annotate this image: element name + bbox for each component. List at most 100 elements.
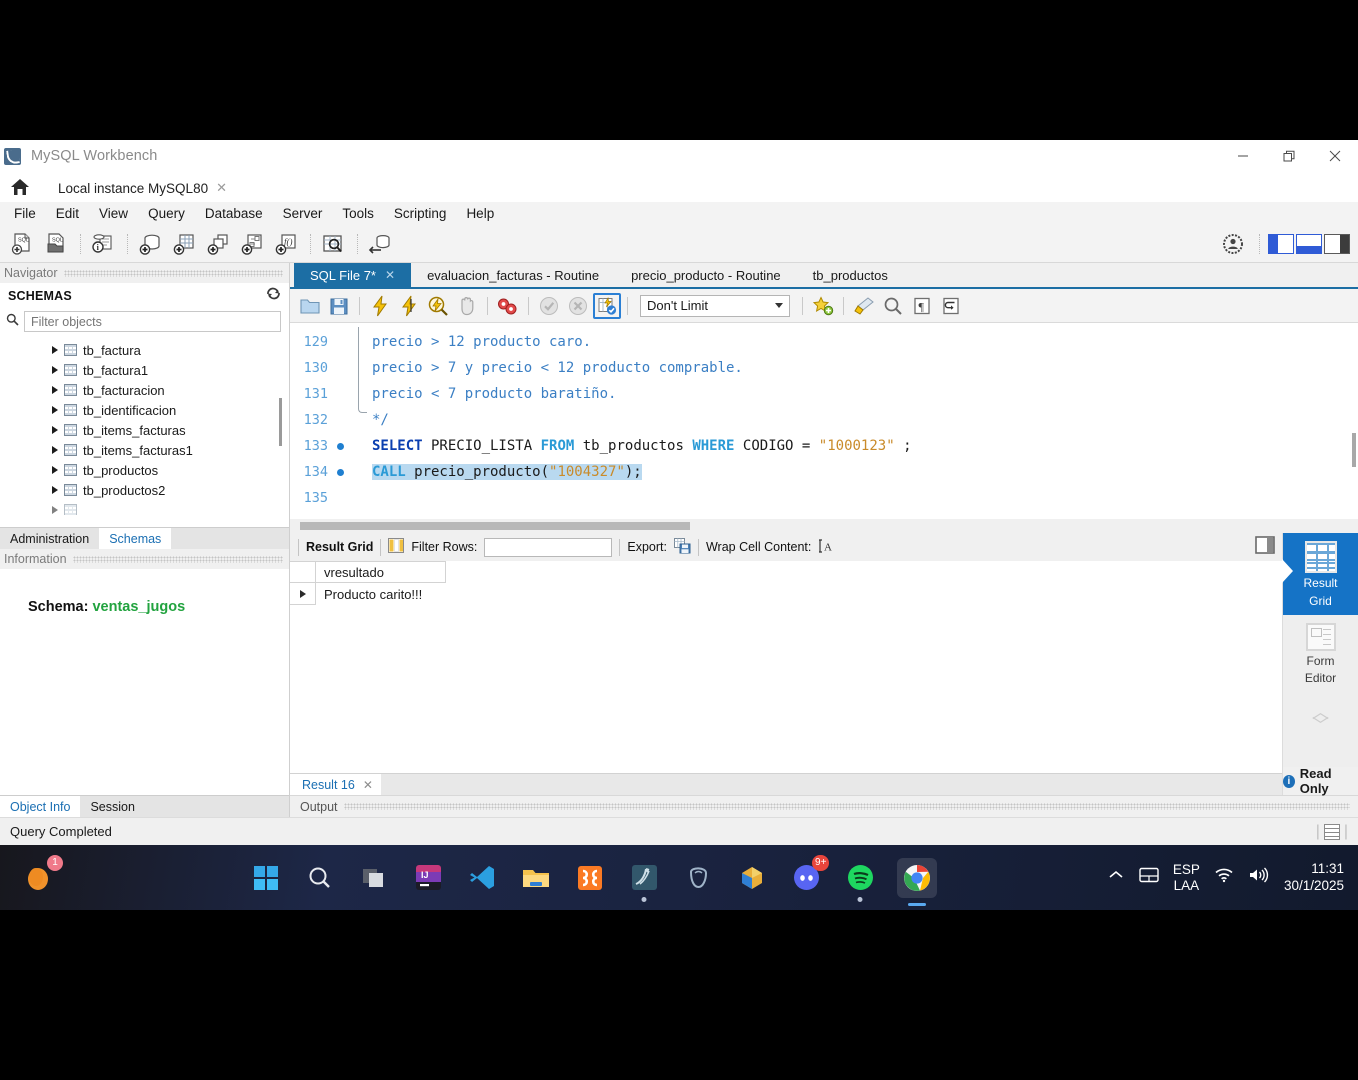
connection-info-icon[interactable]: i bbox=[87, 229, 119, 259]
close-icon[interactable]: ✕ bbox=[216, 180, 227, 196]
document-icon[interactable] bbox=[1323, 823, 1340, 840]
reconnect-icon[interactable] bbox=[364, 229, 396, 259]
chevron-right-icon[interactable] bbox=[52, 386, 58, 394]
stop-on-error-icon[interactable] bbox=[494, 293, 522, 319]
chevron-right-icon[interactable] bbox=[52, 446, 58, 454]
create-schema-icon[interactable] bbox=[134, 229, 166, 259]
chevron-right-icon[interactable] bbox=[52, 486, 58, 494]
floppy-disk-icon[interactable] bbox=[325, 293, 353, 319]
lightning-bolt-icon[interactable] bbox=[366, 293, 394, 319]
firefox-icon[interactable]: 1 bbox=[23, 854, 63, 895]
limit-rows-select[interactable]: Don't Limit bbox=[640, 294, 790, 317]
home-button[interactable] bbox=[0, 172, 40, 202]
wrap-arrow-icon[interactable] bbox=[937, 293, 965, 319]
intellij-idea-icon[interactable]: IJ bbox=[411, 861, 445, 895]
xampp-icon[interactable] bbox=[573, 861, 607, 895]
tab-object-info[interactable]: Object Info bbox=[0, 796, 81, 817]
stop-hand-icon[interactable] bbox=[453, 293, 481, 319]
close-icon[interactable]: ✕ bbox=[385, 268, 395, 282]
tab-session[interactable]: Session bbox=[80, 796, 145, 817]
chevron-right-icon[interactable] bbox=[52, 346, 58, 354]
tab-result-16[interactable]: Result 16 ✕ bbox=[290, 774, 381, 795]
menu-view[interactable]: View bbox=[89, 204, 138, 223]
refresh-icon[interactable] bbox=[266, 287, 281, 305]
chevron-right-icon[interactable] bbox=[52, 366, 58, 374]
tree-item-tb_identificacion[interactable]: tb_identificacion bbox=[0, 400, 289, 420]
editor-horizontal-scrollbar[interactable] bbox=[290, 519, 1358, 533]
chevron-down-icon[interactable] bbox=[775, 303, 783, 308]
tree-item-tb_factura[interactable]: tb_factura bbox=[0, 340, 289, 360]
chrome-icon[interactable] bbox=[897, 857, 938, 906]
task-view-icon[interactable] bbox=[357, 861, 391, 895]
column-header-vresultado[interactable]: vresultado bbox=[316, 561, 446, 583]
connection-tab[interactable]: Local instance MySQL80 ✕ bbox=[40, 176, 255, 202]
chevron-up-icon[interactable] bbox=[1107, 868, 1125, 887]
grid-icon[interactable] bbox=[388, 538, 405, 556]
filter-rows-input[interactable] bbox=[484, 537, 613, 557]
rail-result-grid[interactable]: Result Grid bbox=[1281, 533, 1358, 615]
sql-new-file-icon[interactable]: SQL bbox=[6, 229, 38, 259]
file-explorer-icon[interactable] bbox=[519, 861, 553, 895]
chevron-updown-icon[interactable]: ︿ ﹀ bbox=[1312, 704, 1329, 734]
rollback-x-icon[interactable] bbox=[564, 293, 592, 319]
tab-sql-file-7[interactable]: SQL File 7* ✕ bbox=[294, 263, 412, 287]
create-view-icon[interactable] bbox=[202, 229, 234, 259]
export-icon[interactable] bbox=[673, 537, 691, 557]
user-badge-icon[interactable] bbox=[1217, 229, 1249, 259]
filter-objects-input[interactable] bbox=[24, 311, 281, 332]
breakpoint-dot-icon[interactable] bbox=[337, 469, 344, 476]
row-marker[interactable] bbox=[290, 583, 316, 605]
maximize-panel-icon[interactable] bbox=[1255, 536, 1275, 559]
pilcrow-icon[interactable]: ¶ bbox=[908, 293, 936, 319]
maximize-restore-button[interactable] bbox=[1266, 140, 1312, 172]
search-icon[interactable] bbox=[303, 861, 337, 895]
create-table-icon[interactable] bbox=[168, 229, 200, 259]
menu-edit[interactable]: Edit bbox=[46, 204, 89, 223]
tree-item-tb_facturacion[interactable]: tb_facturacion bbox=[0, 380, 289, 400]
tree-item-tb_productos2[interactable]: tb_productos2 bbox=[0, 480, 289, 500]
wrap-text-icon[interactable]: A bbox=[818, 538, 834, 557]
rail-form-editor[interactable]: Form Editor bbox=[1283, 615, 1358, 693]
discord-icon[interactable]: 9+ bbox=[789, 854, 830, 895]
spotify-icon[interactable] bbox=[843, 861, 877, 902]
create-procedure-icon[interactable] bbox=[236, 229, 268, 259]
start-windows-icon[interactable] bbox=[249, 861, 283, 895]
code-content[interactable]: precio > 12 producto caro. precio > 7 y … bbox=[352, 323, 1358, 519]
menu-scripting[interactable]: Scripting bbox=[384, 204, 457, 223]
language-indicator[interactable]: ESP LAA bbox=[1173, 862, 1200, 893]
sql-code-editor[interactable]: 129 130 131 132 133 134 135 precio > 12 … bbox=[290, 323, 1358, 519]
menu-tools[interactable]: Tools bbox=[332, 204, 384, 223]
menu-query[interactable]: Query bbox=[138, 204, 195, 223]
tab-schemas[interactable]: Schemas bbox=[99, 528, 172, 549]
create-function-icon[interactable]: f() bbox=[270, 229, 302, 259]
mysql-workbench-icon[interactable] bbox=[627, 861, 661, 902]
menu-database[interactable]: Database bbox=[195, 204, 273, 223]
chevron-right-icon[interactable] bbox=[52, 466, 58, 474]
breakpoint-dot-icon[interactable] bbox=[337, 443, 344, 450]
close-icon[interactable]: ✕ bbox=[363, 778, 373, 792]
menu-file[interactable]: File bbox=[4, 204, 46, 223]
menu-server[interactable]: Server bbox=[273, 204, 333, 223]
autocommit-icon[interactable] bbox=[593, 292, 621, 319]
cell-vresultado[interactable]: Producto carito!!! bbox=[316, 583, 423, 605]
editor-vertical-scrollbar[interactable] bbox=[1352, 433, 1356, 467]
code-fold-marker[interactable] bbox=[358, 327, 367, 413]
volume-icon[interactable] bbox=[1248, 867, 1270, 888]
tab-evaluacion-facturas-routine[interactable]: evaluacion_facturas - Routine bbox=[411, 263, 616, 287]
chevron-right-icon[interactable] bbox=[52, 426, 58, 434]
panel-left-icon[interactable] bbox=[1268, 233, 1294, 254]
panel-bottom-icon[interactable] bbox=[1296, 233, 1322, 254]
wifi-icon[interactable] bbox=[1214, 867, 1234, 888]
menu-help[interactable]: Help bbox=[456, 204, 504, 223]
chevron-right-icon[interactable] bbox=[52, 506, 58, 514]
star-plus-icon[interactable] bbox=[809, 293, 837, 319]
tree-item-tb_items_facturas[interactable]: tb_items_facturas bbox=[0, 420, 289, 440]
blender-icon[interactable] bbox=[735, 861, 769, 895]
touchpad-icon[interactable] bbox=[1139, 867, 1159, 888]
output-header[interactable]: Output bbox=[290, 795, 1358, 817]
search-table-data-icon[interactable] bbox=[317, 229, 349, 259]
postgresql-icon[interactable] bbox=[681, 861, 715, 895]
vscode-icon[interactable] bbox=[465, 861, 499, 895]
table-row[interactable]: Producto carito!!! bbox=[290, 583, 1282, 605]
commit-check-icon[interactable] bbox=[535, 293, 563, 319]
